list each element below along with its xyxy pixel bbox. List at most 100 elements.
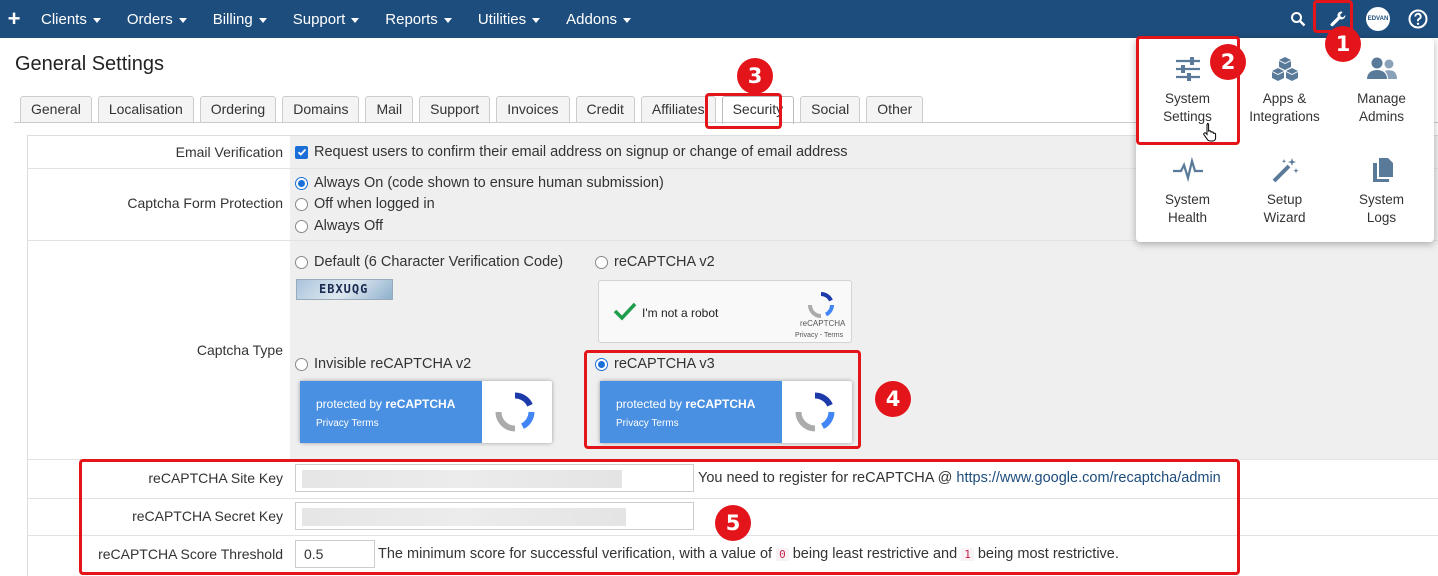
captcha-option-off-logged-in-label: Off when logged in xyxy=(314,196,435,212)
menu-item-apps-integrations[interactable]: Apps & Integrations xyxy=(1235,56,1334,126)
captcha-option-always-off[interactable]: Always Off xyxy=(295,218,383,234)
nav-reports-label: Reports xyxy=(385,10,438,28)
menu-item-setup-wizard[interactable]: Setup Wizard xyxy=(1235,157,1334,227)
caret-down-icon xyxy=(258,17,267,23)
recaptcha-logo-icon xyxy=(495,392,535,432)
tab-localisation[interactable]: Localisation xyxy=(97,96,194,123)
recaptcha-logo-icon xyxy=(808,292,834,318)
caret-down-icon xyxy=(532,17,541,23)
radio-selected-icon[interactable] xyxy=(295,176,308,190)
cubes-icon xyxy=(1271,57,1298,81)
nav-right-tools: EDVAN xyxy=(1278,0,1438,38)
captcha-type-default-label: Default (6 Character Verification Code) xyxy=(314,254,564,270)
add-new-button[interactable]: + xyxy=(0,6,28,32)
nav-addons-label: Addons xyxy=(566,10,618,28)
nav-billing[interactable]: Billing xyxy=(200,11,280,28)
radio-icon[interactable] xyxy=(595,255,608,269)
caret-down-icon xyxy=(623,17,632,23)
nav-utilities-label: Utilities xyxy=(477,10,527,28)
nav-orders-label: Orders xyxy=(126,10,173,28)
captcha-protection-label: Captcha Form Protection xyxy=(127,195,283,211)
radio-icon[interactable] xyxy=(295,255,308,269)
captcha-option-off-logged-in[interactable]: Off when logged in xyxy=(295,196,435,212)
tab-domains[interactable]: Domains xyxy=(282,96,360,123)
magic-wand-icon xyxy=(1272,158,1299,183)
captcha-type-invisible-label: Invisible reCAPTCHA v2 xyxy=(314,356,472,372)
avatar-text: EDVAN xyxy=(1366,7,1390,31)
captcha-type-invisible[interactable]: Invisible reCAPTCHA v2 xyxy=(295,356,471,372)
robot-links[interactable]: Privacy - Terms xyxy=(795,332,843,339)
files-icon xyxy=(1372,158,1393,182)
radio-icon[interactable] xyxy=(295,219,308,233)
step-badge-4: 4 xyxy=(875,381,911,417)
menu-label-line1: Setup xyxy=(1266,192,1303,207)
tab-mail[interactable]: Mail xyxy=(365,96,414,123)
badge-links[interactable]: Privacy Terms xyxy=(316,418,379,429)
badge-text-brand: reCAPTCHA xyxy=(385,397,456,411)
green-check-icon xyxy=(613,302,637,321)
nav-support[interactable]: Support xyxy=(280,11,373,28)
tab-social[interactable]: Social xyxy=(800,96,861,123)
highlight-recaptcha-v3 xyxy=(584,350,861,449)
menu-item-system-logs[interactable]: System Logs xyxy=(1332,157,1431,227)
avatar[interactable]: EDVAN xyxy=(1358,0,1398,38)
highlight-security-tab xyxy=(705,93,782,129)
menu-label-line2: Logs xyxy=(1366,210,1397,225)
badge-text-prefix: protected by xyxy=(316,397,386,411)
step-badge-5: 5 xyxy=(715,505,751,541)
robot-text: I'm not a robot xyxy=(642,306,719,320)
caret-down-icon xyxy=(92,17,101,23)
step-badge-1: 1 xyxy=(1325,26,1361,62)
tab-other[interactable]: Other xyxy=(866,96,924,123)
tab-support[interactable]: Support xyxy=(419,96,491,123)
captcha-option-always-on-label: Always On (code shown to ensure human su… xyxy=(314,175,664,191)
caret-down-icon xyxy=(178,17,187,23)
nav-orders[interactable]: Orders xyxy=(114,11,200,28)
captcha-type-default[interactable]: Default (6 Character Verification Code) xyxy=(295,254,563,270)
badge-text: protected by reCAPTCHA xyxy=(316,397,455,411)
radio-icon[interactable] xyxy=(295,197,308,211)
nav-clients-label: Clients xyxy=(41,10,87,28)
nav-clients[interactable]: Clients xyxy=(28,11,114,28)
email-verification-option[interactable]: Request users to confirm their email add… xyxy=(295,144,848,160)
captcha-sample-image: EBXUQG xyxy=(296,279,393,300)
heartbeat-icon xyxy=(1172,157,1203,183)
captcha-type-v2[interactable]: reCAPTCHA v2 xyxy=(595,254,715,270)
captcha-option-always-off-label: Always Off xyxy=(314,218,384,234)
page-title: General Settings xyxy=(15,53,164,75)
email-verification-label: Email Verification xyxy=(175,144,283,160)
tab-invoices[interactable]: Invoices xyxy=(496,96,570,123)
checkbox-checked-icon[interactable] xyxy=(295,145,308,159)
caret-down-icon xyxy=(443,17,452,23)
menu-item-system-health[interactable]: System Health xyxy=(1138,157,1237,227)
search-icon[interactable] xyxy=(1278,0,1318,38)
email-verification-text: Request users to confirm their email add… xyxy=(314,144,848,160)
step-badge-3: 3 xyxy=(737,58,773,94)
menu-label-line1: Apps & xyxy=(1262,91,1307,106)
menu-label-line1: System xyxy=(1358,192,1404,207)
tab-credit[interactable]: Credit xyxy=(575,96,635,123)
menu-label-line2: Wizard xyxy=(1263,210,1306,225)
menu-label-line2: Health xyxy=(1167,210,1208,225)
invisible-recaptcha-badge: protected by reCAPTCHA Privacy Terms xyxy=(300,381,552,443)
help-icon[interactable] xyxy=(1398,0,1438,38)
captcha-type-label: Captcha Type xyxy=(196,342,283,358)
recaptcha-v2-widget: I'm not a robot reCAPTCHA Privacy - Term… xyxy=(598,280,852,343)
menu-label-line1: Manage xyxy=(1357,91,1406,106)
tab-general[interactable]: General xyxy=(20,96,92,123)
nav-addons[interactable]: Addons xyxy=(553,11,644,28)
nav-reports[interactable]: Reports xyxy=(372,11,465,28)
caret-down-icon xyxy=(351,17,360,23)
robot-brand: reCAPTCHA xyxy=(800,319,846,328)
menu-label-line2: Admins xyxy=(1358,109,1404,124)
captcha-option-always-on[interactable]: Always On (code shown to ensure human su… xyxy=(295,175,664,191)
menu-label-line1: System xyxy=(1164,192,1210,207)
step-badge-2: 2 xyxy=(1210,44,1246,80)
nav-utilities[interactable]: Utilities xyxy=(465,11,553,28)
captcha-type-v2-label: reCAPTCHA v2 xyxy=(614,254,715,270)
settings-tabs: General Localisation Ordering Domains Ma… xyxy=(20,96,924,124)
users-icon xyxy=(1366,57,1397,79)
menu-item-manage-admins[interactable]: Manage Admins xyxy=(1332,56,1431,126)
tab-ordering[interactable]: Ordering xyxy=(199,96,277,123)
radio-icon[interactable] xyxy=(295,357,308,371)
